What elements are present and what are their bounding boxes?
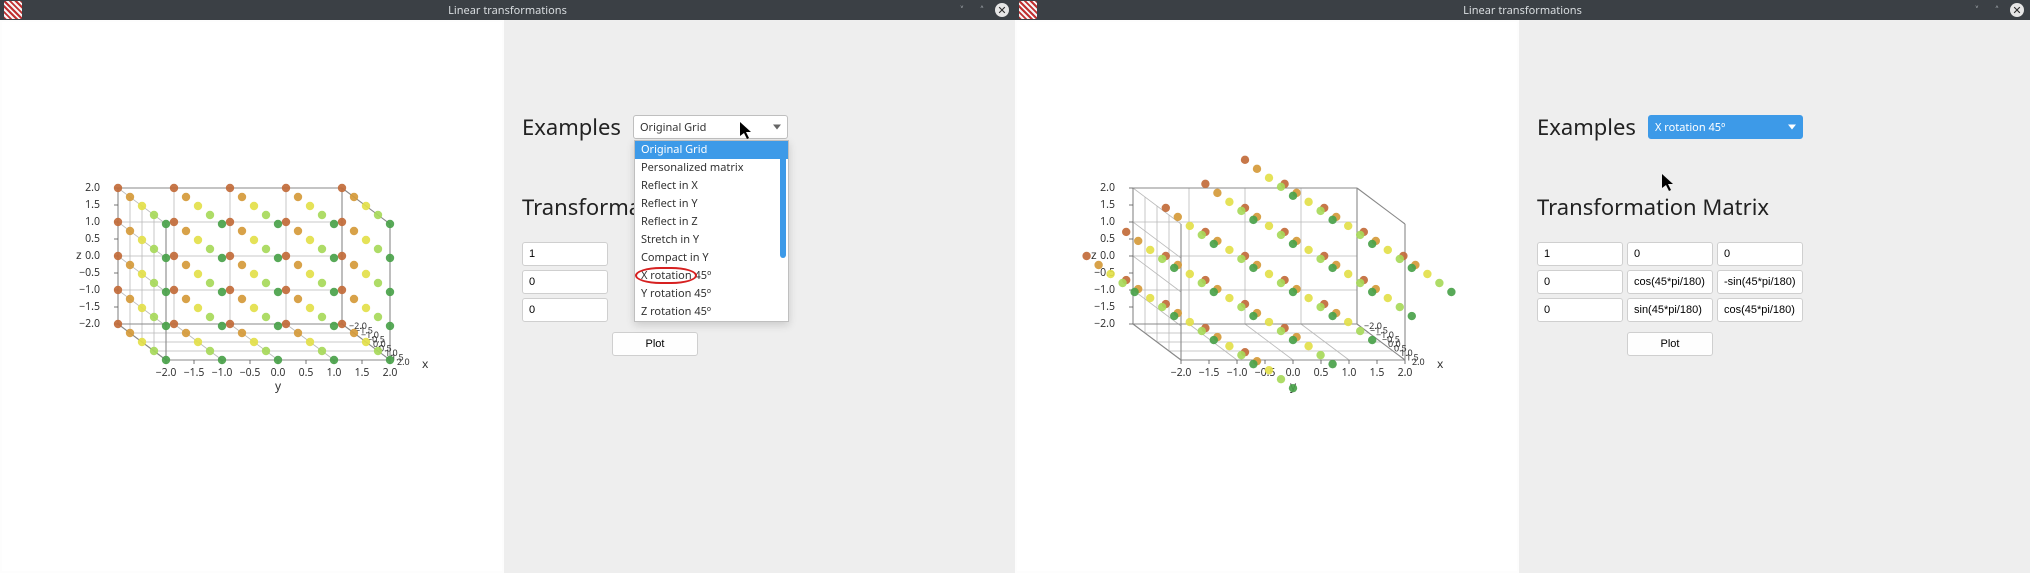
svg-text:2.0: 2.0 (383, 366, 398, 380)
svg-text:1.0: 1.0 (85, 215, 100, 229)
dropdown-option[interactable]: Reflect in X (635, 177, 788, 195)
combo-value: Original Grid (640, 120, 706, 135)
examples-combo[interactable]: Original Grid Original GridPersonalized … (633, 115, 788, 139)
maximize-button[interactable]: ˄ (1990, 3, 2004, 17)
app-icon (4, 1, 22, 19)
maximize-button[interactable]: ˄ (975, 3, 989, 17)
svg-text:−1.0: −1.0 (1227, 366, 1248, 380)
close-button[interactable]: ✕ (995, 3, 1009, 17)
svg-text:−0.5: −0.5 (79, 266, 100, 280)
dropdown-option[interactable]: Compact in Y (635, 249, 788, 267)
matrix-cell-1-2[interactable] (1717, 270, 1803, 294)
svg-text:1.0: 1.0 (1342, 366, 1357, 380)
svg-text:0.5: 0.5 (299, 366, 314, 380)
window-left: Linear transformations ˅ ˄ ✕ −2.0 −1.5 −1.… (0, 0, 1015, 573)
window-title: Linear transformations (1463, 3, 1582, 18)
svg-text:x: x (1437, 355, 1444, 372)
matrix-cell-1-0[interactable] (522, 270, 608, 294)
svg-text:−2.0: −2.0 (79, 317, 100, 331)
plot-button[interactable]: Plot (612, 332, 698, 356)
controls-pane-left: Examples Original Grid Original GridPers… (504, 20, 1015, 573)
svg-text:−1.5: −1.5 (1199, 366, 1220, 380)
minimize-button[interactable]: ˅ (955, 3, 969, 17)
svg-text:z: z (1091, 246, 1097, 263)
dropdown-option[interactable]: Stretch in Y (635, 231, 788, 249)
scatter-plot-original: −2.0−1.5−1.0−0.50.00.51.01.52.0−2.0−1.5−… (2, 22, 502, 542)
svg-text:−2.0: −2.0 (1171, 366, 1192, 380)
controls-pane-right: Examples X rotation 45º Transformation M… (1519, 20, 2030, 573)
svg-text:1.0: 1.0 (1100, 215, 1115, 229)
svg-text:2.0: 2.0 (85, 181, 100, 195)
svg-text:0.0: 0.0 (1100, 249, 1115, 263)
plot-pane-right: −2.0−1.5−1.0−0.50.00.51.01.52.0−2.0−1.5−… (1017, 22, 1517, 571)
dropdown-option[interactable]: Personalized matrix (635, 159, 788, 177)
examples-dropdown[interactable]: Original GridPersonalized matrixReflect … (634, 140, 789, 322)
titlebar[interactable]: Linear transformations ˅ ˄ ✕ (0, 0, 1015, 20)
chevron-down-icon (1788, 125, 1796, 130)
examples-heading: Examples (1537, 112, 1636, 142)
matrix-cell-0-1[interactable] (1627, 242, 1713, 266)
svg-text:0.5: 0.5 (1100, 232, 1115, 246)
window-right: Linear transformations ˅ ˄ ✕ −2.0 −1.5 −1.… (1015, 0, 2030, 573)
dropdown-option[interactable]: Z rotation 45º (635, 303, 788, 321)
svg-text:2.0: 2.0 (1412, 355, 1425, 368)
scatter-plot-rotated: −2.0−1.5−1.0−0.50.00.51.01.52.0−2.0−1.5−… (1017, 22, 1517, 542)
svg-text:2.0: 2.0 (1100, 181, 1115, 195)
matrix-heading: Transformation Matrix (1537, 192, 2012, 222)
svg-text:1.0: 1.0 (327, 366, 342, 380)
matrix-cell-0-0[interactable] (522, 242, 608, 266)
svg-text:−1.0: −1.0 (1094, 283, 1115, 297)
dropdown-option[interactable]: Y rotation 45º (635, 285, 788, 303)
matrix-cell-0-2[interactable] (1717, 242, 1803, 266)
svg-text:−0.5: −0.5 (240, 366, 261, 380)
annotation-circle (635, 267, 697, 284)
svg-text:−1.5: −1.5 (184, 366, 205, 380)
matrix-cell-2-2[interactable] (1717, 298, 1803, 322)
matrix-cell-1-1[interactable] (1627, 270, 1713, 294)
svg-text:−1.0: −1.0 (212, 366, 233, 380)
window-title: Linear transformations (448, 3, 567, 18)
dropdown-option[interactable]: X rotation 45º (635, 267, 788, 285)
dropdown-option[interactable]: Reflect in Y (635, 195, 788, 213)
plot-pane-left: −2.0−1.5−1.0−0.50.00.51.01.52.0−2.0−1.5−… (2, 22, 502, 571)
svg-text:z: z (76, 246, 82, 263)
svg-text:−1.0: −1.0 (79, 283, 100, 297)
svg-text:0.5: 0.5 (1314, 366, 1329, 380)
minimize-button[interactable]: ˅ (1970, 3, 1984, 17)
svg-text:2.0: 2.0 (1398, 366, 1413, 380)
combo-value: X rotation 45º (1655, 120, 1725, 135)
app-icon (1019, 1, 1037, 19)
svg-text:0.0: 0.0 (85, 249, 100, 263)
svg-text:−2.0: −2.0 (156, 366, 177, 380)
dropdown-option[interactable]: Original Grid (635, 141, 788, 159)
svg-text:2.0: 2.0 (397, 355, 410, 368)
close-button[interactable]: ✕ (2010, 3, 2024, 17)
svg-text:−1.5: −1.5 (1094, 300, 1115, 314)
svg-text:1.5: 1.5 (1370, 366, 1385, 380)
dropdown-option[interactable]: Reflect in Z (635, 213, 788, 231)
matrix-cell-2-1[interactable] (1627, 298, 1713, 322)
examples-combo[interactable]: X rotation 45º (1648, 115, 1803, 139)
examples-heading: Examples (522, 112, 621, 142)
chevron-down-icon (773, 125, 781, 130)
svg-text:−1.5: −1.5 (79, 300, 100, 314)
matrix-cell-2-0[interactable] (1537, 298, 1623, 322)
svg-text:1.5: 1.5 (85, 198, 100, 212)
svg-text:1.5: 1.5 (1100, 198, 1115, 212)
svg-text:1.5: 1.5 (355, 366, 370, 380)
plot-button[interactable]: Plot (1627, 332, 1713, 356)
titlebar[interactable]: Linear transformations ˅ ˄ ✕ (1015, 0, 2030, 20)
matrix-cell-1-0[interactable] (1537, 270, 1623, 294)
matrix-cell-0-0[interactable] (1537, 242, 1623, 266)
svg-text:x: x (422, 355, 429, 372)
svg-text:y: y (275, 377, 282, 394)
svg-text:−2.0: −2.0 (1094, 317, 1115, 331)
svg-text:0.5: 0.5 (85, 232, 100, 246)
matrix-cell-2-0[interactable] (522, 298, 608, 322)
